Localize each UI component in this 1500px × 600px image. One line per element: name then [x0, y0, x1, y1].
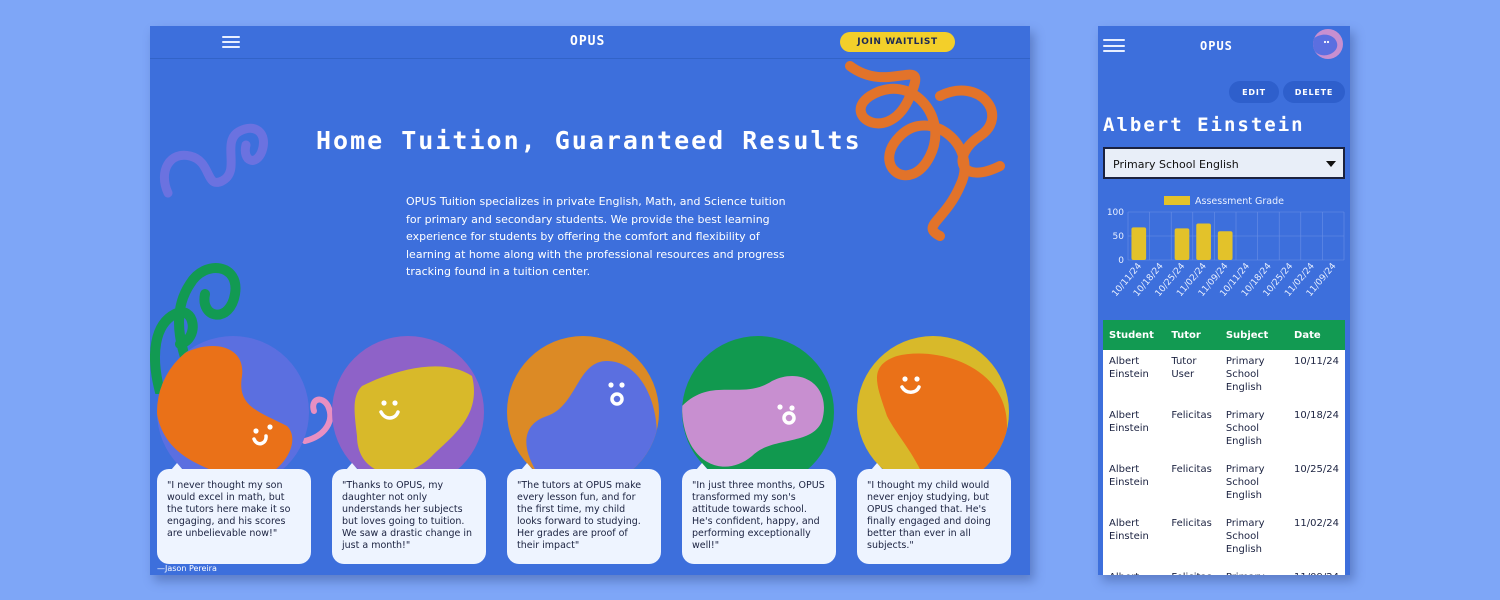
table-row[interactable]: Albert Einstein Felicitas Primary School…: [1103, 512, 1345, 566]
cell-subject: Primary School English: [1219, 566, 1289, 575]
cell-student: Albert Einstein: [1103, 350, 1166, 404]
cell-student: Albert Einstein: [1103, 458, 1166, 512]
cell-date: 10/11/24: [1288, 350, 1345, 404]
opus-logo[interactable]: OPUS: [1200, 39, 1233, 53]
y-tick-label: 0: [1118, 256, 1124, 266]
chevron-down-icon: [1326, 161, 1336, 167]
join-waitlist-button[interactable]: JOIN WAITLIST: [840, 32, 955, 52]
table-row[interactable]: Albert Einstein Felicitas Primary School…: [1103, 404, 1345, 458]
cell-tutor: Felicitas: [1165, 458, 1220, 512]
testimonial-quote-5: "I thought my child would never enjoy st…: [857, 463, 1011, 564]
chart-bar: [1174, 228, 1190, 260]
hamburger-menu-icon[interactable]: [1103, 39, 1125, 52]
hero-title: Home Tuition, Guaranteed Results: [316, 126, 862, 155]
cell-date: 10/25/24: [1288, 458, 1345, 512]
desktop-view: OPUS JOIN WAITLIST Home Tuition, Guarant…: [150, 26, 1030, 575]
edit-button[interactable]: EDIT: [1229, 81, 1279, 103]
purple-squiggle-decoration: [159, 123, 268, 198]
testimonial-quote-2: "Thanks to OPUS, my daughter not only un…: [332, 463, 486, 564]
top-navbar: OPUS JOIN WAITLIST: [150, 26, 1030, 59]
table-row[interactable]: Albert Einstein Felicitas Primary School…: [1103, 566, 1345, 575]
cell-subject: Primary School English: [1219, 350, 1289, 404]
chart-bar: [1196, 223, 1211, 260]
cell-subject: Primary School English: [1219, 512, 1289, 566]
cell-subject: Primary School English: [1219, 458, 1289, 512]
testimonial-quote-4: "In just three months, OPUS transformed …: [682, 463, 836, 564]
column-header-tutor: Tutor: [1165, 320, 1220, 350]
subject-select-value: Primary School English: [1113, 158, 1239, 171]
column-header-subject: Subject: [1219, 320, 1289, 350]
cell-student: Albert Einstein: [1103, 512, 1166, 566]
opus-logo[interactable]: OPUS: [570, 34, 605, 49]
column-header-date: Date: [1288, 320, 1345, 350]
cell-subject: Primary School English: [1219, 404, 1289, 458]
testimonial-quote-3: "The tutors at OPUS make every lesson fu…: [507, 463, 661, 564]
cell-tutor: Felicitas: [1165, 566, 1220, 575]
y-tick-label: 50: [1113, 232, 1125, 242]
cell-date: 10/18/24: [1288, 404, 1345, 458]
cell-date: 11/09/24: [1288, 566, 1345, 575]
legend-swatch: [1164, 196, 1190, 205]
cell-tutor: Tutor User: [1165, 350, 1220, 404]
table-row[interactable]: Albert Einstein Tutor User Primary Schoo…: [1103, 350, 1345, 404]
delete-button[interactable]: DELETE: [1283, 81, 1345, 103]
cell-student: Albert Einstein: [1103, 404, 1166, 458]
assessment-grade-chart: Assessment Grade05010010/11/2410/18/2410…: [1107, 196, 1345, 299]
student-name-heading: Albert Einstein: [1103, 114, 1305, 136]
user-avatar[interactable]: [1313, 29, 1343, 59]
cell-date: 11/02/24: [1288, 512, 1345, 566]
testimonial-byline: —Jason Pereira: [157, 564, 217, 573]
column-header-student: Student: [1103, 320, 1166, 350]
chart-bar: [1131, 227, 1147, 260]
chart-bar: [1217, 231, 1233, 260]
hamburger-menu-icon[interactable]: [222, 36, 240, 48]
table-row[interactable]: Albert Einstein Felicitas Primary School…: [1103, 458, 1345, 512]
y-tick-label: 100: [1107, 208, 1124, 218]
hero-description: OPUS Tuition specializes in private Engl…: [406, 195, 786, 278]
mobile-view: OPUS EDIT DELETE Albert Einstein Primary…: [1098, 26, 1350, 575]
cell-tutor: Felicitas: [1165, 512, 1220, 566]
cell-tutor: Felicitas: [1165, 404, 1220, 458]
testimonial-quote-1: "I never thought my son would excel in m…: [157, 463, 311, 564]
assessment-table: Student Tutor Subject Date Albert Einste…: [1103, 320, 1345, 575]
subject-select[interactable]: Primary School English: [1103, 147, 1345, 179]
cell-student: Albert Einstein: [1103, 566, 1166, 575]
legend-label: Assessment Grade: [1195, 196, 1284, 207]
